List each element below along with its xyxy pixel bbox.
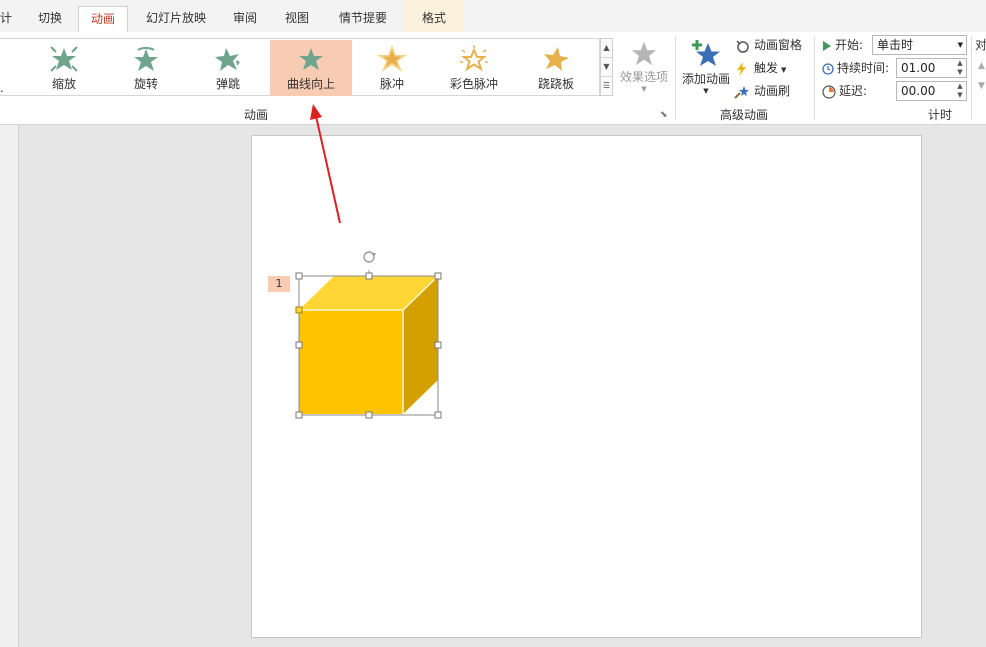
gallery-item-label: 旋转 xyxy=(133,77,158,91)
tab-transitions[interactable]: 切换 xyxy=(26,6,74,32)
gallery-item-bounce[interactable]: 弹跳 xyxy=(188,40,268,96)
gallery-item-label: 脉冲 xyxy=(379,77,404,91)
delay-spinner[interactable]: ▲ ▼ xyxy=(954,82,966,100)
tab-design[interactable]: 计 xyxy=(0,6,18,32)
gallery-item-fly-in[interactable]: 远... xyxy=(0,40,22,96)
group-label-advanced: 高级动画 xyxy=(720,108,769,122)
gallery-item-label: 远... xyxy=(0,81,4,95)
gallery-item-pulse[interactable]: 脉冲 xyxy=(352,40,432,96)
animation-painter-button[interactable]: 动画刷 xyxy=(734,81,790,101)
delay-row: 延迟: xyxy=(822,80,867,102)
chevron-down-icon: ▼ xyxy=(957,41,963,49)
add-animation-label: 添加动画 xyxy=(681,72,730,86)
animation-painter-icon xyxy=(734,85,749,99)
duration-label: 持续时间: xyxy=(837,61,890,75)
duration-input[interactable]: 01.00 ▲ ▼ xyxy=(896,58,967,78)
trigger-label: 触发 xyxy=(754,61,779,75)
duration-row: 持续时间: xyxy=(822,57,889,79)
gallery-item-zoom[interactable]: 缩放 xyxy=(24,40,104,96)
dialog-launcher-icon[interactable]: ⬊ xyxy=(660,110,668,120)
gallery-item-label: 缩放 xyxy=(51,77,76,91)
gallery-item-label: 彩色脉冲 xyxy=(449,77,498,91)
delay-label: 延迟: xyxy=(839,84,868,98)
group-divider xyxy=(814,36,815,120)
add-animation-icon xyxy=(692,40,720,66)
add-animation-button[interactable]: 添加动画 ▼ xyxy=(678,38,734,95)
clock-icon xyxy=(822,62,834,75)
cube-shape-graphic xyxy=(295,251,442,419)
chevron-up-icon[interactable]: ▲ xyxy=(954,59,966,68)
zoom-star-icon xyxy=(50,46,78,72)
gallery-item-spin[interactable]: 旋转 xyxy=(106,40,186,96)
ribbon-panel: 远... 缩放 旋转 弹跳 曲线向 xyxy=(0,32,986,125)
tab-slideshow[interactable]: 幻灯片放映 xyxy=(136,6,216,32)
gallery-item-label: 曲线向上 xyxy=(286,77,335,91)
annotation-arrow xyxy=(310,104,341,224)
color-pulse-star-icon xyxy=(460,45,488,72)
gallery-item-label: 跷跷板 xyxy=(537,77,574,91)
tab-storyboard[interactable]: 情节提要 xyxy=(326,6,400,32)
animation-painter-label: 动画刷 xyxy=(754,84,791,98)
chevron-down-icon: ▼ xyxy=(641,85,647,93)
animation-order-badge[interactable]: 1 xyxy=(268,276,290,292)
duration-value: 01.00 xyxy=(901,61,936,75)
start-select[interactable]: 单击时 ▼ xyxy=(872,35,967,55)
animation-gallery: 远... 缩放 旋转 弹跳 曲线向 xyxy=(0,38,600,96)
chevron-down-icon[interactable]: ▼ xyxy=(954,68,966,77)
chevron-up-icon[interactable]: ▲ xyxy=(954,82,966,91)
spin-star-icon xyxy=(134,47,158,71)
gallery-item-teeter[interactable]: 跷跷板 xyxy=(516,40,596,96)
reorder-arrows-icon[interactable]: ▲ ▼ xyxy=(978,56,985,96)
gallery-scroll-up-icon[interactable]: ▲ xyxy=(601,39,612,58)
delay-input[interactable]: 00.00 ▲ ▼ xyxy=(896,81,967,101)
ribbon-tab-bar: 计 切换 动画 幻灯片放映 审阅 视图 情节提要 格式 xyxy=(0,0,986,33)
gallery-item-label: 弹跳 xyxy=(215,77,240,91)
lightning-icon xyxy=(737,61,746,76)
group-label-timing: 计时 xyxy=(928,108,953,122)
group-divider xyxy=(675,36,676,120)
gallery-scroll-down-icon[interactable]: ▼ xyxy=(601,58,612,77)
effect-options-label: 效果选项 xyxy=(619,70,668,84)
animation-pane-icon xyxy=(736,39,749,53)
tab-review[interactable]: 审阅 xyxy=(222,6,268,32)
tab-format[interactable]: 格式 xyxy=(404,0,464,32)
delay-clock-icon xyxy=(822,84,836,99)
bounce-star-icon xyxy=(215,48,240,71)
duration-spinner[interactable]: ▲ ▼ xyxy=(954,59,966,77)
chevron-down-icon: ▼ xyxy=(703,87,709,95)
play-icon xyxy=(823,40,831,51)
gallery-more-icon[interactable]: ☰ xyxy=(601,77,612,95)
pulse-star-icon xyxy=(377,45,407,72)
group-divider xyxy=(971,36,972,120)
tab-animations[interactable]: 动画 xyxy=(78,6,128,33)
start-select-value: 单击时 xyxy=(877,38,914,52)
teeter-star-icon xyxy=(544,47,569,71)
gallery-scroll: ▲ ▼ ☰ xyxy=(600,38,613,96)
start-row: 开始: xyxy=(822,34,863,56)
effect-options-star-icon xyxy=(631,41,657,66)
cube-shape[interactable] xyxy=(292,250,444,420)
tab-view[interactable]: 视图 xyxy=(274,6,320,32)
arc-up-star-icon xyxy=(299,48,323,70)
slide-thumbnail-pane[interactable] xyxy=(0,125,19,647)
chevron-down-icon: ▼ xyxy=(781,66,787,74)
reorder-label: 对 xyxy=(975,38,986,52)
effect-options-button[interactable]: 效果选项 ▼ xyxy=(614,40,674,93)
gallery-item-color-pulse[interactable]: 彩色脉冲 xyxy=(434,40,514,96)
animation-pane-label: 动画窗格 xyxy=(754,38,803,52)
start-label: 开始: xyxy=(835,38,864,52)
gallery-item-arc-up[interactable]: 曲线向上 xyxy=(270,40,352,96)
animation-pane-button[interactable]: 动画窗格 xyxy=(734,35,802,55)
trigger-button[interactable]: 触发 ▼ xyxy=(734,58,786,78)
delay-value: 00.00 xyxy=(901,84,936,98)
chevron-down-icon[interactable]: ▼ xyxy=(954,91,966,100)
group-label-animation: 动画 xyxy=(244,108,269,122)
